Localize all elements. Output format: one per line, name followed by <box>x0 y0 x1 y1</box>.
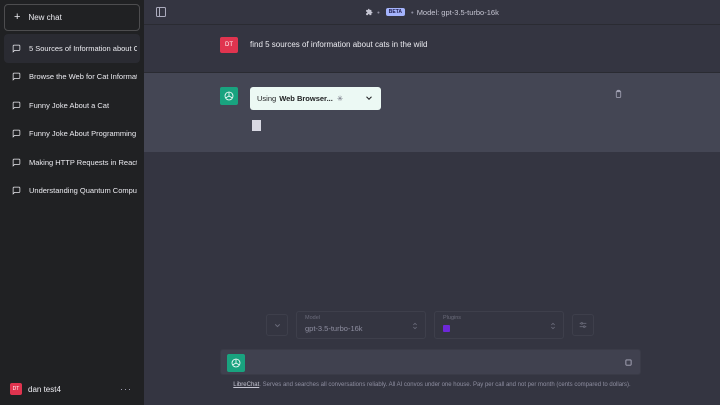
separator-dot: • <box>411 7 414 17</box>
plus-icon: + <box>14 11 21 23</box>
typing-cursor <box>252 120 261 131</box>
chat-bubble-icon <box>12 73 21 82</box>
conversation-title: Funny Joke About Programming <box>29 129 137 139</box>
avatar: DT <box>10 383 22 395</box>
more-icon: ··· <box>120 384 132 394</box>
plugin-puzzle-icon <box>366 8 373 15</box>
plugin-status-button[interactable]: Using Web Browser... ✳ <box>250 87 381 110</box>
user-message-text: find 5 sources of information about cats… <box>250 40 428 49</box>
options-bar: Model gpt-3.5-turbo-16k Plugins <box>266 311 600 339</box>
user-name: dan test4 <box>28 384 61 394</box>
model-select[interactable]: Model gpt-3.5-turbo-16k <box>296 311 426 339</box>
beta-badge: BETA <box>385 8 406 16</box>
footer-text: . Serves and searches all conversations … <box>259 382 631 388</box>
sidebar-toggle-icon[interactable] <box>155 6 167 20</box>
stop-icon[interactable] <box>625 359 632 366</box>
conversation-item[interactable]: Funny Joke About Programming <box>4 120 140 149</box>
conversation-title: Browse the Web for Cat Information <box>29 72 137 82</box>
chevron-down-icon <box>274 323 280 327</box>
message-input-box <box>220 349 641 375</box>
plugin-prefix: Using <box>257 94 277 103</box>
message-input[interactable] <box>253 355 613 371</box>
openai-logo-icon[interactable] <box>227 354 245 372</box>
top-bar: • BETA • Model: gpt-3.5-turbo-16k <box>144 0 720 25</box>
sidebar: + New chat 5 Sources of Information abou… <box>0 0 144 405</box>
plugins-select-label: Plugins <box>443 315 462 321</box>
chat-bubble-icon <box>12 158 21 167</box>
conversation-item[interactable]: Funny Joke About a Cat <box>4 91 140 120</box>
chevron-updown-icon <box>551 322 555 330</box>
settings-button[interactable] <box>572 314 594 336</box>
separator-dot: • <box>377 7 380 17</box>
conversation-item[interactable]: Making HTTP Requests in React <box>4 148 140 177</box>
new-chat-button[interactable]: + New chat <box>4 4 140 31</box>
chat-bubble-icon <box>12 44 21 53</box>
conversation-title: Funny Joke About a Cat <box>29 100 110 110</box>
conversation-title: Making HTTP Requests in React <box>29 157 137 167</box>
user-avatar: DT <box>220 37 238 53</box>
chevron-down-icon <box>366 96 372 100</box>
librechat-link[interactable]: LibreChat <box>233 382 259 388</box>
chat-bubble-icon <box>12 130 21 139</box>
clipboard-icon[interactable] <box>614 89 623 99</box>
plugins-select[interactable]: Plugins <box>434 311 564 339</box>
conversation-title: Understanding Quantum Computing <box>29 186 137 196</box>
conversation-item[interactable]: 5 Sources of Information about Cats in t… <box>4 34 140 63</box>
conversation-item[interactable]: Browse the Web for Cat Information <box>4 63 140 92</box>
model-select-label: Model <box>305 315 320 321</box>
plugin-icon <box>443 325 450 332</box>
chat-bubble-icon <box>12 187 21 196</box>
conversation-title: 5 Sources of Information about Cats in t… <box>29 43 137 53</box>
user-message: DT find 5 sources of information about c… <box>144 25 720 73</box>
plugin-name: Web Browser... <box>279 94 333 103</box>
assistant-message: Using Web Browser... ✳ <box>144 73 720 152</box>
conversation-item[interactable]: Understanding Quantum Computing <box>4 177 140 206</box>
sliders-icon <box>579 322 587 328</box>
new-chat-label: New chat <box>28 13 62 22</box>
footer: LibreChat. Serves and searches all conve… <box>144 382 720 388</box>
user-menu-button[interactable]: DT dan test4 ··· <box>4 377 140 401</box>
chat-bubble-icon <box>12 101 21 110</box>
conversation-list: 5 Sources of Information about Cats in t… <box>4 34 140 205</box>
model-select-value: gpt-3.5-turbo-16k <box>305 324 363 333</box>
spinner-icon: ✳ <box>336 94 344 103</box>
openai-logo-icon <box>220 87 238 105</box>
collapse-options-button[interactable] <box>266 314 288 336</box>
model-title: Model: gpt-3.5-turbo-16k <box>416 7 499 17</box>
chevron-updown-icon <box>413 322 417 330</box>
